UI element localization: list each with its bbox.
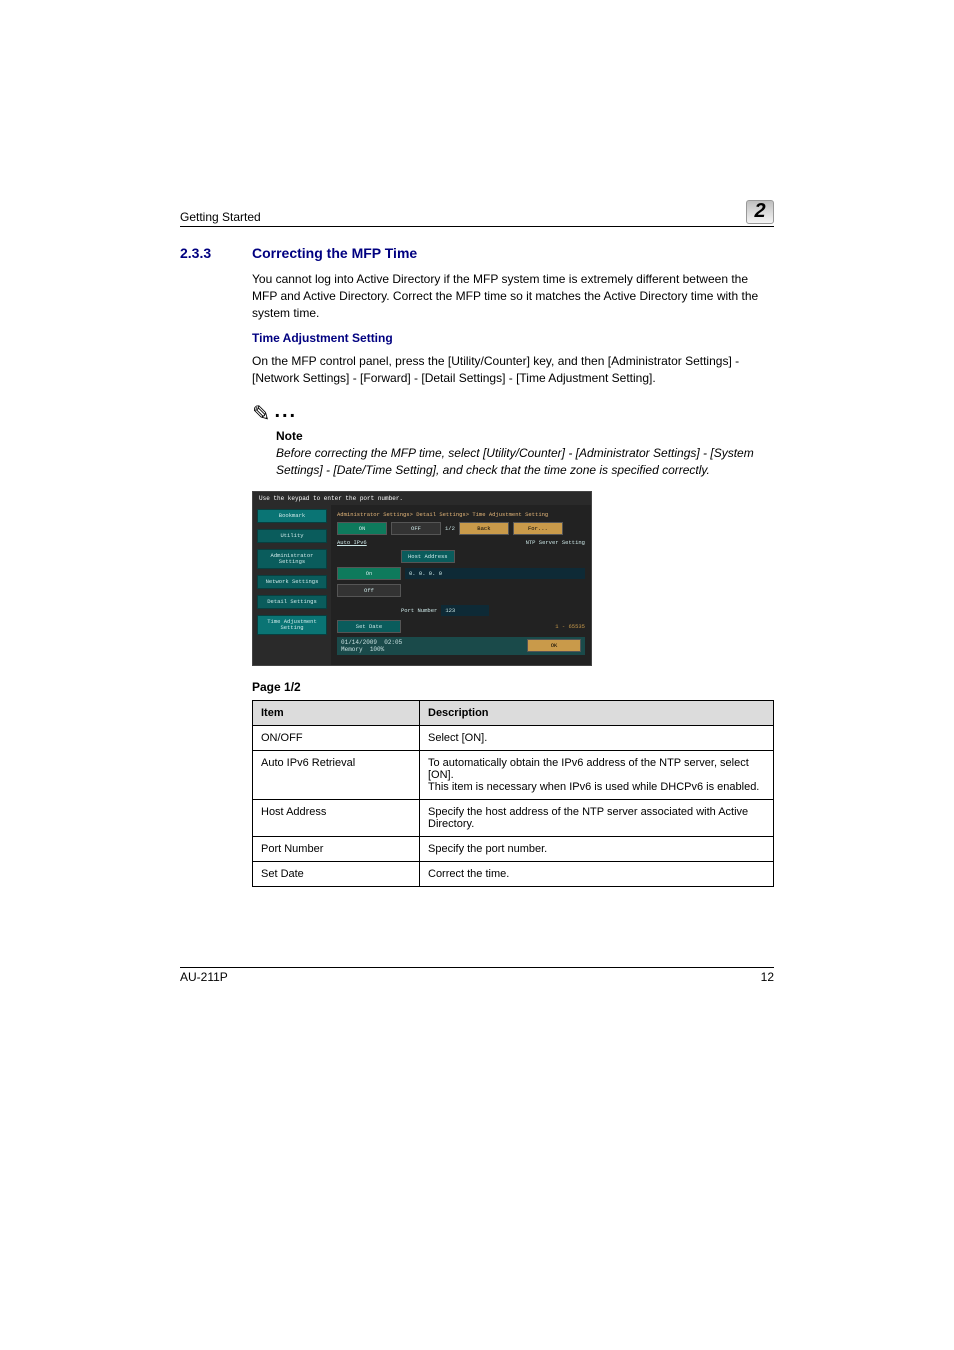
- table-row: Host Address Specify the host address of…: [253, 799, 774, 836]
- scr-memory-pct: 100%: [370, 646, 384, 653]
- scr-off-small-button: Off: [337, 584, 401, 597]
- settings-table: Item Description ON/OFF Select [ON]. Aut…: [252, 700, 774, 887]
- scr-ok-button: OK: [527, 639, 581, 652]
- section-number: 2.3.3: [180, 245, 252, 261]
- scr-ntp-label: NTP Server Setting: [526, 539, 585, 546]
- cell-item: Auto IPv6 Retrieval: [253, 750, 420, 799]
- scr-side-bookmark: Bookmark: [257, 509, 327, 523]
- scr-host-address-value: 0. 0. 0. 0: [405, 568, 585, 579]
- note-dots-icon: ...: [274, 400, 297, 423]
- scr-hint: Use the keypad to enter the port number.: [253, 492, 591, 505]
- cell-item: Set Date: [253, 861, 420, 886]
- note-block: ✎ ... Note Before correcting the MFP tim…: [252, 401, 774, 479]
- scr-side-network: Network Settings: [257, 575, 327, 589]
- scr-time: 02:05: [384, 639, 402, 646]
- scr-side-time: Time Adjustment Setting: [257, 615, 327, 635]
- section-title: Correcting the MFP Time: [252, 245, 417, 261]
- scr-host-address-label: Host Address: [401, 550, 455, 563]
- note-label: Note: [276, 429, 774, 443]
- note-text: Before correcting the MFP time, select […: [276, 445, 774, 479]
- scr-on-button: ON: [337, 522, 387, 535]
- table-row: Set Date Correct the time.: [253, 861, 774, 886]
- scr-side-admin: Administrator Settings: [257, 549, 327, 569]
- running-head: Getting Started: [180, 210, 746, 224]
- table-row: Port Number Specify the port number.: [253, 836, 774, 861]
- subheading: Time Adjustment Setting: [252, 331, 774, 345]
- note-icon: ✎: [252, 401, 270, 427]
- scr-forward-button: For...: [513, 522, 563, 535]
- panel-screenshot: Use the keypad to enter the port number.…: [252, 491, 592, 666]
- scr-on-small-button: On: [337, 567, 401, 580]
- scr-side-utility: Utility: [257, 529, 327, 543]
- cell-item: Host Address: [253, 799, 420, 836]
- cell-item: ON/OFF: [253, 725, 420, 750]
- cell-desc: Specify the host address of the NTP serv…: [420, 799, 774, 836]
- scr-back-button: Back: [459, 522, 509, 535]
- scr-date: 01/14/2009: [341, 639, 377, 646]
- section-intro: You cannot log into Active Directory if …: [252, 271, 774, 321]
- cell-desc: To automatically obtain the IPv6 address…: [420, 750, 774, 799]
- col-header-item: Item: [253, 700, 420, 725]
- scr-memory-label: Memory: [341, 646, 363, 653]
- footer-page-number: 12: [761, 970, 774, 984]
- scr-port-value: 123: [441, 605, 489, 616]
- table-row: Auto IPv6 Retrieval To automatically obt…: [253, 750, 774, 799]
- footer-model: AU-211P: [180, 970, 228, 984]
- table-caption: Page 1/2: [252, 680, 774, 694]
- chapter-number-badge: 2: [746, 200, 774, 224]
- col-header-description: Description: [420, 700, 774, 725]
- scr-set-date-button: Set Date: [337, 620, 401, 633]
- cell-desc: Correct the time.: [420, 861, 774, 886]
- scr-breadcrumb: Administrator Settings> Detail Settings>…: [337, 511, 585, 518]
- scr-port-label: Port Number: [401, 607, 437, 614]
- instruction-text: On the MFP control panel, press the [Uti…: [252, 353, 774, 387]
- cell-desc: Specify the port number.: [420, 836, 774, 861]
- scr-port-range: 1 - 65535: [555, 623, 585, 630]
- cell-desc: Select [ON].: [420, 725, 774, 750]
- scr-auto-ipv6-label: Auto IPv6: [337, 539, 367, 546]
- scr-off-button: OFF: [391, 522, 441, 535]
- table-row: ON/OFF Select [ON].: [253, 725, 774, 750]
- scr-page-indicator: 1/2: [445, 525, 455, 532]
- scr-side-detail: Detail Settings: [257, 595, 327, 609]
- cell-item: Port Number: [253, 836, 420, 861]
